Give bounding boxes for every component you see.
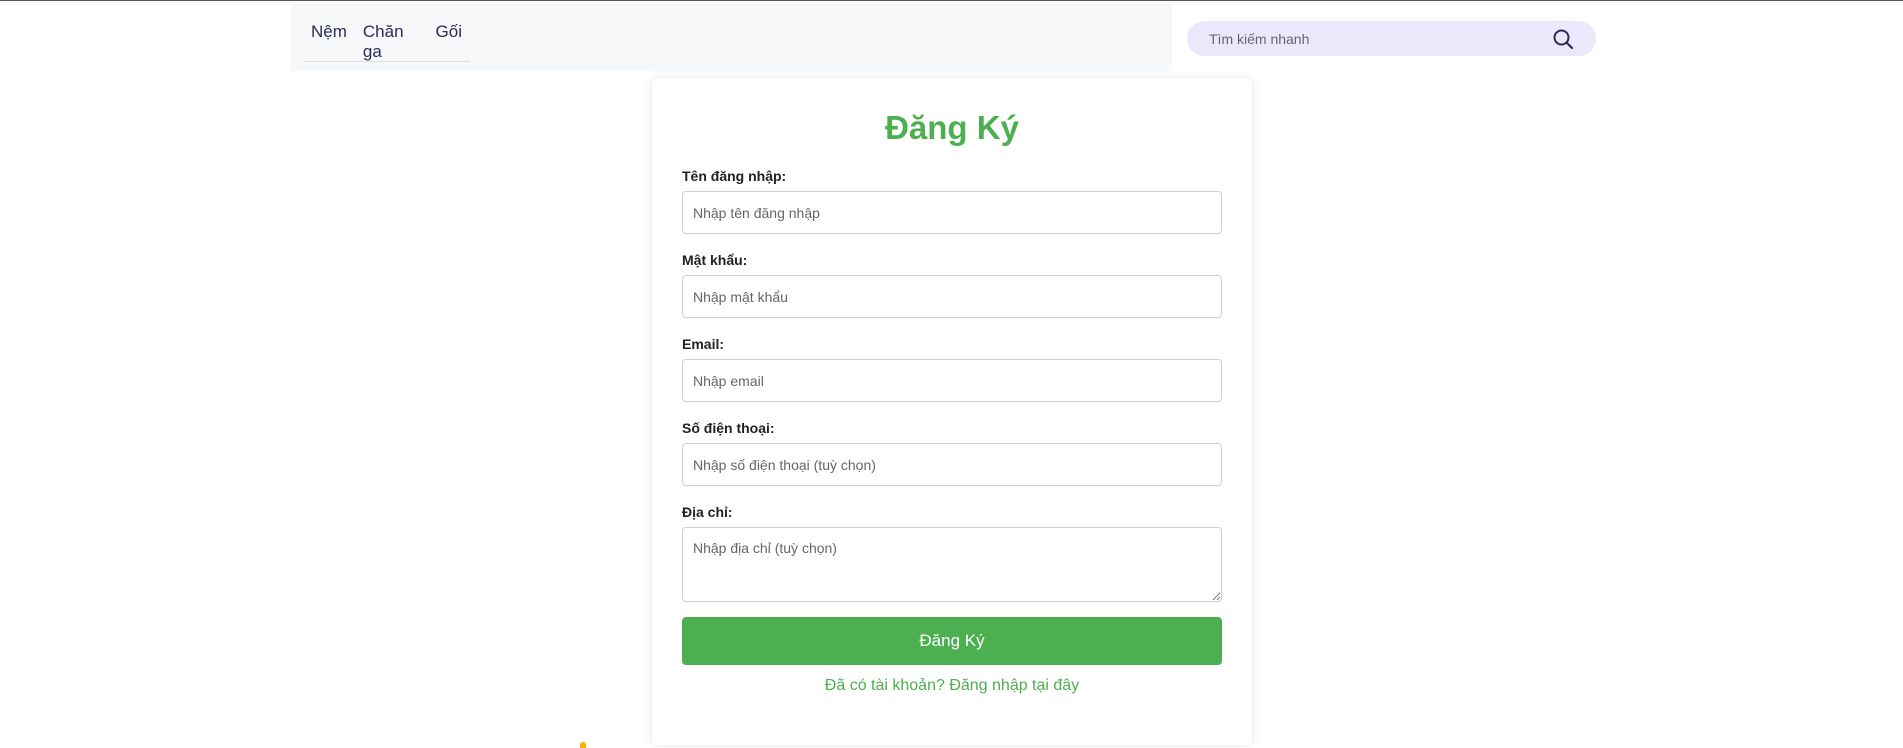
quick-search-box bbox=[1187, 21, 1596, 56]
page-title: Đăng Ký bbox=[885, 109, 1019, 146]
address-label: Địa chỉ: bbox=[682, 504, 733, 520]
search-icon[interactable] bbox=[1552, 28, 1574, 50]
decorative-mark bbox=[580, 742, 586, 748]
phone-field[interactable] bbox=[682, 443, 1222, 486]
nav-item-chan-ga[interactable]: Chăn ga bbox=[363, 22, 420, 62]
nav-item-goi[interactable]: Gối bbox=[436, 22, 462, 42]
register-card: Đăng Ký Tên đăng nhập: Mật khẩu: Email: … bbox=[652, 78, 1252, 745]
username-label: Tên đăng nhập: bbox=[682, 168, 787, 184]
password-field[interactable] bbox=[682, 275, 1222, 318]
login-link[interactable]: Đã có tài khoản? Đăng nhập tại đây bbox=[652, 676, 1252, 696]
password-label: Mật khẩu: bbox=[682, 252, 748, 268]
address-field[interactable] bbox=[682, 527, 1222, 602]
email-label: Email: bbox=[682, 336, 725, 352]
email-field[interactable] bbox=[682, 359, 1222, 402]
register-button[interactable]: Đăng Ký bbox=[682, 617, 1222, 665]
window-top-border bbox=[0, 0, 1903, 1]
search-input[interactable] bbox=[1209, 30, 1544, 47]
nav-item-nem[interactable]: Nệm bbox=[311, 22, 347, 42]
category-nav: Nệm Chăn ga Gối bbox=[303, 22, 470, 62]
phone-label: Số điện thoại: bbox=[682, 420, 775, 436]
username-field[interactable] bbox=[682, 191, 1222, 234]
